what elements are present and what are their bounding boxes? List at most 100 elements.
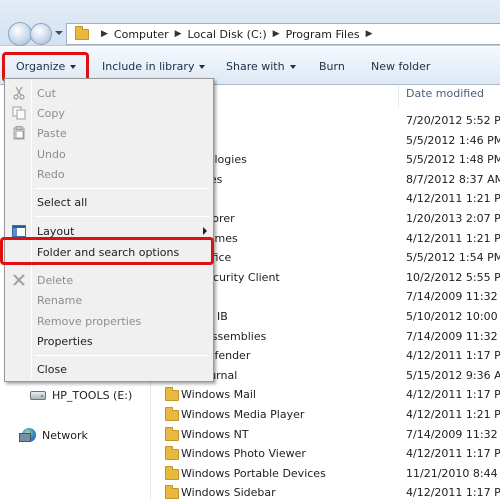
recent-pages-dropdown-icon[interactable] xyxy=(55,31,63,35)
file-name: Windows Mail xyxy=(181,388,256,402)
date-modified: 4/12/2011 1:17 PM xyxy=(406,447,500,461)
nav-item-network[interactable]: Network xyxy=(19,428,88,442)
burn-button[interactable]: Burn xyxy=(319,60,345,73)
address-bar[interactable]: ▶ Computer ▶ Local Disk (C:) ▶ Program F… xyxy=(66,23,500,45)
organize-menu: Cut Copy Paste Undo Redo Select all Layo… xyxy=(4,78,214,382)
copy-icon xyxy=(12,106,26,120)
menu-item-label: Paste xyxy=(37,127,67,140)
menu-item-label: Copy xyxy=(37,107,65,120)
menu-item-properties[interactable]: Properties xyxy=(7,331,211,351)
date-modified: 5/5/2012 1:54 PM xyxy=(406,251,500,265)
date-modified: 8/7/2012 8:37 AM xyxy=(406,172,500,186)
clipboard-icon xyxy=(13,126,25,140)
menu-item-select-all[interactable]: Select all xyxy=(7,192,211,212)
breadcrumb-local-disk[interactable]: Local Disk (C:) xyxy=(188,28,267,41)
menu-item-label: Close xyxy=(37,363,67,376)
menu-separator xyxy=(35,188,209,189)
menu-item-label: Remove properties xyxy=(37,315,142,328)
date-modified: 4/12/2011 1:17 PM xyxy=(406,349,500,363)
menu-separator xyxy=(35,265,209,266)
file-name: Windows Sidebar xyxy=(181,486,276,500)
chevron-right-icon[interactable]: ▶ xyxy=(175,29,182,39)
nav-item-label: HP_TOOLS (E:) xyxy=(52,389,133,402)
date-modified: 4/12/2011 1:17 PM xyxy=(406,486,500,500)
include-in-library-label: Include in library xyxy=(102,60,195,73)
share-with-label: Share with xyxy=(226,60,285,73)
menu-item-label: Cut xyxy=(37,87,56,100)
menu-item-label: Properties xyxy=(37,335,93,348)
date-modified: 7/14/2009 11:32 AM xyxy=(406,290,500,304)
new-folder-button[interactable]: New folder xyxy=(371,60,430,73)
folder-icon xyxy=(165,485,179,500)
file-name: Windows Portable Devices xyxy=(181,466,326,480)
folder-options-highlight-box xyxy=(0,237,214,265)
menu-item-delete[interactable]: Delete xyxy=(7,270,211,290)
menu-item-label: Redo xyxy=(37,168,65,181)
menu-item-cut[interactable]: Cut xyxy=(7,83,211,103)
scissors-icon xyxy=(13,86,25,100)
date-modified: 4/12/2011 1:21 PM xyxy=(406,192,500,206)
table-row[interactable]: Windows Mail 4/12/2011 1:17 PM xyxy=(151,385,500,404)
menu-separator xyxy=(35,216,209,217)
menu-item-undo[interactable]: Undo xyxy=(7,144,211,164)
breadcrumb-computer[interactable]: Computer xyxy=(114,28,169,41)
date-modified: 4/12/2011 1:17 PM xyxy=(406,388,500,402)
file-name: Windows Media Player xyxy=(181,408,305,421)
menu-item-redo[interactable]: Redo xyxy=(7,164,211,184)
chevron-right-icon[interactable]: ▶ xyxy=(273,29,280,39)
nav-item-hp-tools[interactable]: HP_TOOLS (E:) xyxy=(30,389,132,402)
menu-item-rename[interactable]: Rename xyxy=(7,290,211,310)
menu-item-label: Undo xyxy=(37,148,66,161)
include-in-library-button[interactable]: Include in library xyxy=(102,60,206,73)
date-modified-column-header[interactable]: Date modified xyxy=(406,87,484,100)
menu-item-remove-properties[interactable]: Remove properties xyxy=(7,311,211,331)
delete-icon xyxy=(13,274,25,286)
nav-item-label: Network xyxy=(42,428,88,442)
table-row[interactable]: Windows Sidebar 4/12/2011 1:17 PM xyxy=(151,483,500,500)
folder-icon xyxy=(165,426,179,441)
date-modified: 4/12/2011 1:21 PM xyxy=(406,408,500,421)
forward-button[interactable] xyxy=(30,23,52,45)
date-modified: 7/14/2009 11:32 AM xyxy=(406,427,500,441)
share-with-button[interactable]: Share with xyxy=(226,60,296,73)
date-modified: 7/14/2009 11:32 AM xyxy=(406,329,500,343)
menu-item-paste[interactable]: Paste xyxy=(7,123,211,143)
date-modified: 5/5/2012 1:46 PM xyxy=(406,133,500,147)
menu-item-close[interactable]: Close xyxy=(7,359,211,379)
menu-item-copy[interactable]: Copy xyxy=(7,103,211,123)
menu-item-label: Rename xyxy=(37,294,83,307)
address-bar-area: ▶ Computer ▶ Local Disk (C:) ▶ Program F… xyxy=(0,0,500,46)
drive-icon xyxy=(30,391,46,400)
table-row[interactable]: Windows Photo Viewer 4/12/2011 1:17 PM xyxy=(151,444,500,463)
date-modified: 5/15/2012 9:36 AM xyxy=(406,368,500,382)
menu-item-label: Select all xyxy=(37,196,88,209)
table-row[interactable]: Windows NT 7/14/2009 11:32 AM xyxy=(151,425,500,444)
file-name: Windows Photo Viewer xyxy=(181,447,306,461)
folder-icon xyxy=(165,407,179,421)
table-row[interactable]: Windows Media Player 4/12/2011 1:21 PM xyxy=(151,405,500,424)
chevron-right-icon[interactable]: ▶ xyxy=(366,29,373,39)
chevron-right-icon[interactable]: ▶ xyxy=(101,29,108,39)
date-modified: 1/20/2013 2:07 PM xyxy=(406,212,500,225)
table-row[interactable]: Windows Portable Devices 11/21/2010 8:44 … xyxy=(151,464,500,483)
date-modified: 7/20/2012 5:52 PM xyxy=(406,114,500,127)
back-button[interactable] xyxy=(8,22,32,46)
folder-icon xyxy=(165,446,179,461)
date-modified: 4/12/2011 1:21 PM xyxy=(406,231,500,245)
date-modified: 11/21/2010 8:44 PM xyxy=(406,466,500,480)
column-divider xyxy=(398,86,399,108)
breadcrumb-program-files[interactable]: Program Files xyxy=(286,28,360,41)
menu-separator xyxy=(35,355,209,356)
date-modified: 5/5/2012 1:48 PM xyxy=(406,153,500,167)
file-name: Windows NT xyxy=(181,427,249,441)
folder-icon xyxy=(165,465,179,480)
date-modified: 10/2/2012 5:55 PM xyxy=(406,270,500,284)
folder-icon xyxy=(75,25,89,40)
folder-icon xyxy=(165,387,179,402)
chevron-down-icon xyxy=(199,65,206,69)
submenu-arrow-icon xyxy=(203,227,207,235)
network-icon xyxy=(19,428,36,442)
layout-icon xyxy=(12,225,26,237)
menu-item-label: Delete xyxy=(37,274,74,287)
chevron-down-icon xyxy=(289,65,296,69)
